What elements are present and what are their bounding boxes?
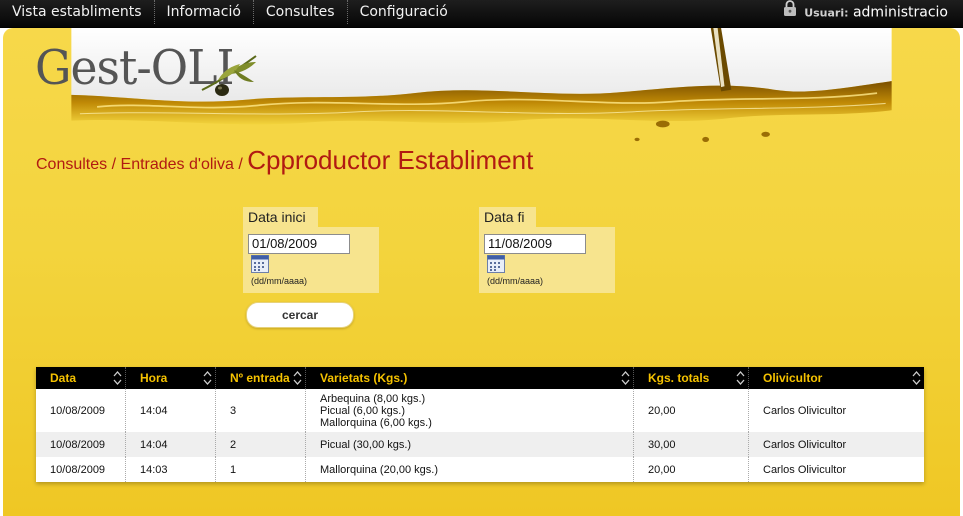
cell-entrada: 3 [216,389,306,432]
table-row[interactable]: 10/08/2009 14:04 2 Picual (30,00 kgs.) 3… [36,432,924,457]
variety-line: Arbequina (8,00 kgs.) [320,392,426,405]
cell-kgs-totals: 20,00 [634,457,749,482]
column-header-label: Varietats (Kgs.) [320,371,408,385]
column-header-varietats[interactable]: Varietats (Kgs.) [306,367,634,389]
breadcrumb-separator: / [111,156,117,173]
cell-kgs-totals: 20,00 [634,389,749,432]
results-table: Data Hora Nº entrada Varietats (Kgs.) Kg… [36,367,924,482]
column-header-label: Olivicultor [763,371,823,385]
cell-hora: 14:04 [126,389,216,432]
nav-item-informacio[interactable]: Informació [155,0,254,24]
cell-olivicultor: Carlos Olivicultor [763,438,847,451]
start-date-filter: Data inici (dd/mm/aaaa) [243,207,379,293]
nav-item-configuracio[interactable]: Configuració [348,0,460,24]
end-date-label: Data fi [479,207,537,227]
table-row[interactable]: 10/08/2009 14:04 3 Arbequina (8,00 kgs.)… [36,389,924,432]
nav-item-vista-establiments[interactable]: Vista establiments [0,0,155,24]
calendar-icon[interactable] [487,255,505,273]
user-name[interactable]: administracio [853,5,948,21]
start-date-box: (dd/mm/aaaa) [243,227,379,293]
column-header-hora[interactable]: Hora [126,367,216,389]
table-header: Data Hora Nº entrada Varietats (Kgs.) Kg… [36,367,924,389]
end-date-box: (dd/mm/aaaa) [479,227,615,293]
user-info: Usuari: administracio [783,0,948,27]
cell-data: 10/08/2009 [36,457,126,482]
end-date-filter: Data fi (dd/mm/aaaa) [479,207,615,293]
user-label: Usuari: [804,6,849,20]
sort-arrows-icon[interactable] [203,370,212,386]
variety-line: Mallorquina (20,00 kgs.) [320,463,439,476]
main-content: Gest-OLI Consultes / Entrades d'oliva / … [3,28,960,516]
sort-arrows-icon[interactable] [293,370,302,386]
breadcrumb-item-consultes[interactable]: Consultes [36,156,107,173]
column-header-olivicultor[interactable]: Olivicultor [749,367,924,389]
end-date-input[interactable] [484,233,586,254]
cell-olivicultor: Carlos Olivicultor [763,404,847,417]
cell-varietats: Mallorquina (20,00 kgs.) [306,457,634,482]
sort-arrows-icon[interactable] [113,370,122,386]
cell-entrada: 2 [216,432,306,457]
cell-hora: 14:03 [126,457,216,482]
variety-line: Picual (6,00 kgs.) [320,404,405,417]
start-date-label: Data inici [243,207,318,227]
cell-kgs-totals: 30,00 [634,432,749,457]
search-button[interactable]: cercar [246,302,354,328]
end-date-format-hint: (dd/mm/aaaa) [487,276,544,286]
cell-varietats: Arbequina (8,00 kgs.) Picual (6,00 kgs.)… [306,389,634,432]
cell-data: 10/08/2009 [36,432,126,457]
column-header-label: Data [50,371,77,385]
cell-entrada: 1 [216,457,306,482]
cell-data: 10/08/2009 [36,389,126,432]
sort-arrows-icon[interactable] [621,370,630,386]
column-header-data[interactable]: Data [36,367,126,389]
column-header-entrada[interactable]: Nº entrada [216,367,306,389]
column-header-label: Nº entrada [230,371,290,385]
breadcrumb-separator: / [238,156,243,173]
olive-branch-icon [201,55,257,96]
cell-hora: 14:04 [126,432,216,457]
sort-arrows-icon[interactable] [912,370,921,386]
column-header-label: Hora [140,371,168,385]
variety-line: Mallorquina (6,00 kgs.) [320,416,432,429]
start-date-format-hint: (dd/mm/aaaa) [251,276,308,286]
main-menu: Vista establiments Informació Consultes … [0,0,460,27]
sort-arrows-icon[interactable] [736,370,745,386]
cell-varietats: Picual (30,00 kgs.) [306,432,634,457]
top-navigation-bar: Vista establiments Informació Consultes … [0,0,963,28]
start-date-input[interactable] [248,233,350,254]
breadcrumb-item-entrades-oliva[interactable]: Entrades d'oliva [121,156,234,173]
page-title: Cpproductor Establiment [247,145,534,175]
calendar-icon[interactable] [251,255,269,273]
lock-icon [783,0,797,25]
breadcrumb: Consultes / Entrades d'oliva / Cpproduct… [36,145,533,176]
column-header-kgs-totals[interactable]: Kgs. totals [634,367,749,389]
table-row[interactable]: 10/08/2009 14:03 1 Mallorquina (20,00 kg… [36,457,924,482]
nav-item-consultes[interactable]: Consultes [254,0,348,24]
column-header-label: Kgs. totals [648,371,710,385]
cell-olivicultor: Carlos Olivicultor [763,463,847,476]
variety-line: Picual (30,00 kgs.) [320,438,412,451]
